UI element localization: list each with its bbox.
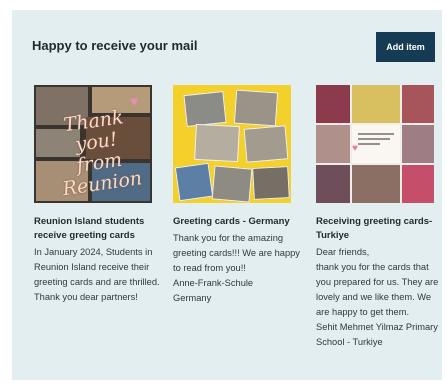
card-description: In January 2024, Students in Reunion Isl… xyxy=(34,247,160,302)
photo-tile xyxy=(183,90,227,128)
photo-tile xyxy=(402,165,434,203)
card-title[interactable]: Receiving greeting cards-Turkiye xyxy=(316,215,444,243)
photo-tile xyxy=(352,165,400,203)
card-title[interactable]: Greeting cards - Germany xyxy=(173,215,301,229)
add-item-button[interactable]: Add item xyxy=(376,32,435,62)
handwriting-line xyxy=(358,143,380,145)
handwriting-line xyxy=(358,138,390,140)
photo-tile xyxy=(211,165,253,203)
photo-tile xyxy=(316,125,350,163)
thumbnail-caption: Thank you! from Reunion xyxy=(61,106,144,201)
photo-tile xyxy=(316,165,350,203)
photo-tile xyxy=(174,162,214,202)
handwritten-card xyxy=(352,125,400,163)
card-reunion[interactable]: ♥ Thank you! from Reunion Reunion Island… xyxy=(34,85,162,305)
card-title[interactable]: Reunion Island students receive greeting… xyxy=(34,215,162,243)
section-title: Happy to receive your mail xyxy=(32,38,198,53)
heart-icon: ♥ xyxy=(352,143,358,154)
photo-tile xyxy=(402,85,434,123)
card-turkiye[interactable]: ♥ Receiving greeting cards-Turkiye Dear … xyxy=(316,85,444,350)
mail-panel: Happy to receive your mail Add item ♥ Th… xyxy=(12,10,442,380)
photo-tile xyxy=(243,125,289,163)
card-description: Thank you for the amazing greeting cards… xyxy=(173,233,300,303)
photo-tile xyxy=(316,85,350,123)
card-thumbnail[interactable]: ♥ Thank you! from Reunion xyxy=(34,85,152,203)
photo-tile xyxy=(352,85,400,123)
card-thumbnail[interactable]: ♥ xyxy=(316,85,434,203)
card-description: Dear friends, thank you for the cards th… xyxy=(316,247,439,347)
photo-tile xyxy=(194,123,240,163)
photo-tile xyxy=(402,125,434,163)
card-germany[interactable]: Greeting cards - Germany Thank you for t… xyxy=(173,85,301,306)
photo-tile xyxy=(252,166,290,200)
card-thumbnail[interactable] xyxy=(173,85,291,203)
photo-tile xyxy=(233,89,279,127)
handwriting-line xyxy=(358,133,394,135)
